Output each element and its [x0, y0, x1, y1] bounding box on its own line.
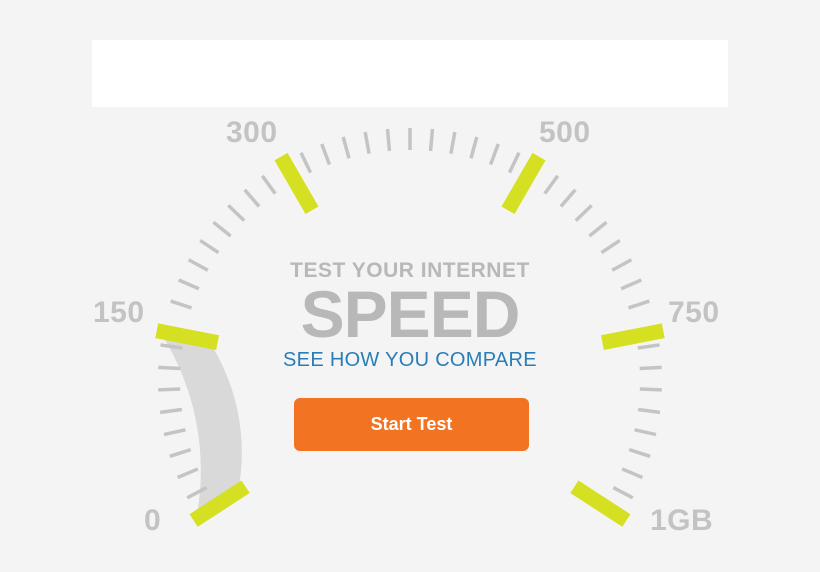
gauge-minor-tick [559, 188, 577, 208]
gauge-minor-tick [212, 220, 232, 238]
gauge-minor-tick [385, 128, 392, 152]
gauge-minor-tick [363, 131, 371, 154]
gauge-minor-tick [543, 174, 560, 195]
gauge-minor-tick [621, 467, 644, 480]
gauge-minor-tick [469, 136, 479, 159]
gauge-minor-tick [574, 204, 593, 222]
gauge-label-0: 0 [144, 504, 162, 537]
gauge-minor-tick [612, 485, 634, 500]
gauge-minor-tick [243, 188, 261, 208]
gauge-label-300: 300 [226, 116, 278, 149]
subline-see-how-you-compare: SEE HOW YOU COMPARE [283, 349, 537, 371]
gauge-minor-tick [176, 467, 199, 480]
gauge-minor-tick [507, 152, 521, 174]
gauge-minor-tick [341, 136, 351, 159]
gauge-minor-tick [199, 238, 220, 255]
headline-speed: SPEED [300, 277, 521, 351]
gauge-minor-tick [169, 447, 192, 458]
gauge-minor-tick [227, 204, 246, 222]
gauge-minor-tick [628, 447, 651, 458]
gauge-label-500: 500 [539, 116, 591, 149]
start-test-button[interactable]: Start Test [294, 398, 529, 451]
gauge-minor-tick [488, 143, 500, 166]
gauge-minor-tick [299, 152, 313, 174]
gauge-minor-tick [600, 238, 621, 255]
gauge-minor-tick [320, 143, 332, 166]
gauge-minor-tick [634, 428, 657, 437]
gauge-minor-tick [158, 387, 181, 392]
gauge-minor-tick [260, 174, 277, 195]
gauge-label-1gb: 1GB [650, 504, 714, 537]
gauge-minor-tick [637, 407, 661, 415]
gauge-minor-tick [639, 387, 662, 392]
gauge-minor-tick [588, 220, 608, 238]
gauge-minor-tick [428, 128, 435, 152]
gauge-minor-tick [163, 428, 186, 437]
gauge-minor-tick [449, 131, 457, 154]
gauge-minor-tick [159, 407, 183, 415]
